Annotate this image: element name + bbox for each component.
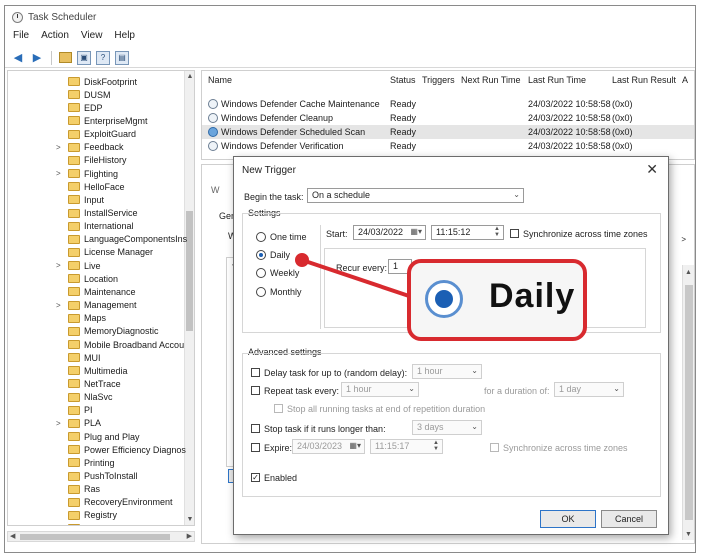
- zoomed-daily-label: Daily: [489, 277, 576, 315]
- callout-connector: [295, 253, 410, 298]
- task-scheduler-window: Task Scheduler File Action View Help ◀ ▶…: [4, 5, 696, 553]
- daily-zoom-callout: Daily: [407, 259, 587, 341]
- callout-dot: [295, 253, 309, 267]
- callout-line: [301, 258, 410, 298]
- zoomed-radio-icon: [425, 280, 463, 318]
